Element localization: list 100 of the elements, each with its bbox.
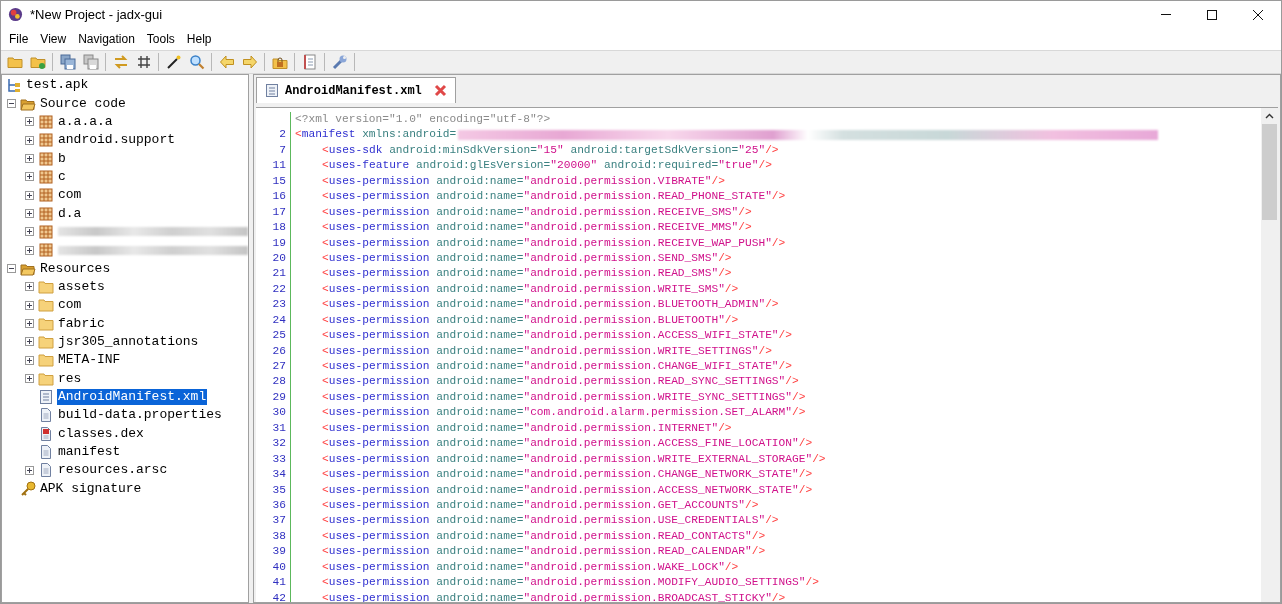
line-number: 28 — [272, 374, 286, 390]
line-number: 19 — [272, 235, 286, 251]
tree-item[interactable]: META-INF — [57, 352, 122, 369]
tree-item[interactable]: resources.arsc — [57, 462, 169, 479]
package-icon — [38, 187, 54, 204]
file-icon — [38, 444, 54, 461]
close-icon — [433, 84, 447, 97]
tree-item[interactable]: com — [57, 297, 83, 314]
window-title: *New Project - jadx-gui — [30, 5, 163, 24]
tree-item[interactable]: manifest — [57, 444, 122, 461]
expand-icon[interactable] — [25, 245, 34, 255]
package-icon — [38, 223, 54, 240]
line-number: 18 — [272, 220, 286, 236]
tree-item[interactable]: test.apk — [25, 77, 90, 94]
scrollbar[interactable] — [1261, 108, 1278, 602]
tree-item[interactable]: AndroidManifest.xml — [57, 389, 208, 405]
line-number: 21 — [272, 266, 286, 282]
close-icon — [1253, 9, 1263, 20]
line-number: 24 — [272, 312, 286, 328]
code-line: <uses-feature android:glEsVersion="20000" android:required="true"/> — [322, 158, 772, 174]
menu-item[interactable]: Tools — [140, 29, 181, 49]
tree-item[interactable]: Source code — [39, 95, 127, 112]
folder-icon — [38, 278, 54, 295]
tree-item[interactable]: classes.dex — [57, 425, 145, 442]
save-button[interactable] — [57, 51, 78, 73]
expand-icon[interactable] — [25, 282, 34, 292]
code-line: <uses-permission android:name="android.permission.CHANGE_NETWORK_STATE"/> — [322, 467, 813, 483]
line-number: 35 — [272, 482, 286, 498]
tree-item[interactable]: fabric — [57, 315, 106, 332]
folder-icon — [38, 334, 54, 350]
expand-icon[interactable] — [25, 227, 34, 237]
lock-folder-icon — [271, 54, 288, 70]
collapse-icon[interactable] — [7, 99, 16, 108]
tree-item[interactable]: android.support — [57, 132, 177, 149]
expand-icon[interactable] — [25, 190, 34, 200]
line-number: 31 — [272, 420, 286, 436]
tree-item[interactable]: c — [57, 168, 67, 185]
menu-item[interactable]: Help — [180, 29, 218, 49]
forward-arrow-icon — [241, 54, 258, 70]
save-button[interactable] — [80, 51, 101, 73]
collapse-icon[interactable] — [7, 264, 16, 274]
line-number: 36 — [272, 497, 286, 513]
expand-icon[interactable] — [25, 319, 34, 329]
code-line: <uses-permission android:name="android.permission.WRITE_SYNC_SETTINGS"/> — [322, 389, 806, 405]
code-line: <uses-permission android:name="android.permission.GET_ACCOUNTS"/> — [322, 497, 759, 513]
line-number: 37 — [272, 513, 286, 529]
package-icon — [38, 150, 54, 167]
expand-icon[interactable] — [25, 172, 34, 182]
menu-item[interactable]: File — [3, 29, 35, 49]
app-logo-icon — [8, 7, 23, 22]
line-number: 29 — [272, 389, 286, 405]
tree-item[interactable]: res — [57, 370, 83, 387]
scroll-up-icon[interactable] — [1265, 113, 1274, 119]
line-number: 11 — [272, 158, 286, 174]
package-icon — [38, 242, 54, 259]
xml-file-icon — [265, 83, 279, 98]
editor-tab[interactable]: AndroidManifest.xml — [256, 77, 456, 103]
code-line: <uses-permission android:name="android.permission.READ_SYNC_SETTINGS"/> — [322, 374, 799, 390]
expand-icon[interactable] — [25, 337, 34, 347]
scrollbar-thumb[interactable] — [1262, 124, 1277, 220]
file-icon — [38, 407, 54, 424]
tree-item[interactable]: APK signature — [39, 480, 143, 497]
line-number: 38 — [272, 528, 286, 544]
tree-item[interactable]: com — [57, 187, 83, 204]
expand-icon[interactable] — [25, 209, 34, 219]
code-line: <uses-permission android:name="android.permission.WRITE_SETTINGS"/> — [322, 343, 772, 359]
menu-item[interactable]: Navigation — [72, 29, 141, 49]
line-number: 26 — [272, 343, 286, 359]
add-folder-icon — [29, 54, 46, 70]
tree-item[interactable]: a.a.a.a — [57, 113, 114, 130]
expand-icon[interactable] — [25, 135, 34, 145]
expand-icon[interactable] — [25, 465, 34, 475]
code-line: <?xml version="1.0" encoding="utf-8"?> — [295, 112, 551, 127]
close-tab-button[interactable] — [433, 84, 447, 97]
key-icon — [20, 480, 36, 497]
magic-wand-icon — [165, 54, 182, 70]
expand-icon[interactable] — [25, 300, 34, 310]
tree-item[interactable]: d.a — [57, 205, 83, 222]
code-line: <uses-permission android:name="android.permission.RECEIVE_SMS"/> — [322, 204, 752, 220]
line-number: 16 — [272, 189, 286, 205]
search-icon — [188, 54, 205, 70]
expand-icon[interactable] — [25, 374, 34, 384]
expand-icon[interactable] — [25, 117, 34, 127]
back-arrow-icon — [218, 54, 235, 70]
tree-item[interactable]: build-data.properties — [57, 407, 223, 424]
folder-icon — [38, 315, 54, 332]
expand-icon[interactable] — [25, 154, 34, 164]
code-line: <uses-permission android:name="android.permission.WRITE_SMS"/> — [322, 281, 739, 297]
code-line: <manifest xmlns:android= — [295, 127, 1159, 143]
menu-item[interactable]: View — [34, 29, 73, 49]
tree-item[interactable]: Resources — [39, 260, 112, 277]
tab-label: AndroidManifest.xml — [285, 82, 422, 100]
tree-item[interactable]: assets — [57, 278, 106, 295]
tree-item[interactable]: jsr305_annotations — [57, 334, 200, 350]
line-number: 34 — [272, 467, 286, 483]
line-number: 40 — [272, 559, 286, 575]
line-number: 20 — [272, 250, 286, 266]
code-line: <uses-permission android:name="android.permission.VIBRATE"/> — [322, 173, 725, 189]
expand-icon[interactable] — [25, 355, 34, 365]
tree-item[interactable]: b — [57, 150, 67, 167]
